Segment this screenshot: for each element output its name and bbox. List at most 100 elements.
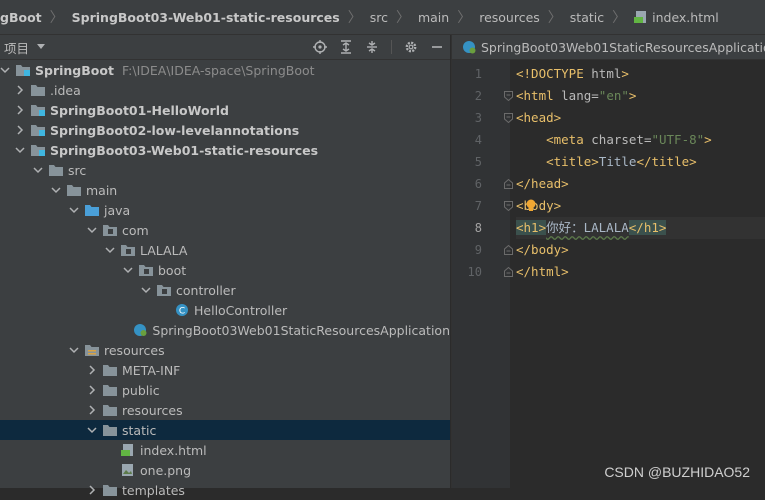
tree-item-springboot01-helloworld[interactable]: SpringBoot01-HelloWorld — [0, 100, 450, 120]
line-number-gutter: 1 2 3 4 5 6 7 8 9 10 — [452, 60, 513, 488]
package-icon — [121, 244, 135, 256]
chevron-right-icon[interactable] — [87, 485, 97, 495]
tree-item-boot[interactable]: boot — [0, 260, 450, 280]
chevron-down-icon[interactable] — [51, 185, 61, 195]
fold-close-icon[interactable] — [504, 173, 513, 195]
tree-item-static[interactable]: static — [0, 420, 450, 440]
tree-item-src[interactable]: src — [0, 160, 450, 180]
tree-item-public[interactable]: public — [0, 380, 450, 400]
breadcrumb-separator-icon: 〉 — [612, 10, 627, 26]
tree-item-label: resources — [104, 342, 165, 358]
tree-item-label: main — [86, 182, 118, 198]
expand-all-icon[interactable] — [339, 40, 353, 54]
tree-item-path: F:\IDEA\IDEA-space\SpringBoot — [121, 62, 315, 78]
chevron-down-icon[interactable] — [87, 225, 97, 235]
chevron-down-icon[interactable] — [15, 145, 25, 155]
chevron-right-icon[interactable] — [15, 125, 25, 135]
tree-item-label: SpringBoot — [35, 62, 114, 78]
intention-bulb-icon[interactable] — [526, 198, 536, 212]
spring-boot-class-icon — [463, 41, 476, 54]
svg-text:C: C — [179, 307, 185, 317]
breadcrumb-label: gBoot — [0, 9, 42, 25]
chevron-down-icon[interactable] — [69, 205, 79, 215]
tree-item-label: resources — [122, 402, 183, 418]
code-line[interactable]: <title>Title</title> — [516, 151, 765, 173]
tree-item-idea[interactable]: .idea — [0, 80, 450, 100]
chevron-down-icon[interactable] — [105, 245, 115, 255]
tree-item-lalala[interactable]: LALALA — [0, 240, 450, 260]
tree-item-springboot02-low-levelannotations[interactable]: SpringBoot02-low-levelannotations — [0, 120, 450, 140]
image-file-icon — [121, 464, 135, 476]
chevron-right-icon[interactable] — [87, 365, 97, 375]
tree-item-main[interactable]: main — [0, 180, 450, 200]
gear-icon[interactable] — [404, 40, 418, 54]
line-number: 2 — [474, 89, 482, 103]
tree-item-index-html[interactable]: index.html — [0, 440, 450, 460]
module-folder-icon — [16, 64, 30, 76]
tree-item-one-png[interactable]: one.png — [0, 460, 450, 480]
chevron-right-icon[interactable] — [87, 385, 97, 395]
fold-open-icon[interactable] — [504, 107, 513, 129]
fold-close-icon[interactable] — [504, 239, 513, 261]
tree-item-resources[interactable]: resources — [0, 400, 450, 420]
code-line[interactable]: <!DOCTYPE html> — [516, 63, 765, 85]
code-line[interactable]: </body> — [516, 239, 765, 261]
tree-item-java[interactable]: java — [0, 200, 450, 220]
code-line[interactable]: <body> — [516, 195, 765, 217]
code-token: 你好：LALALA — [546, 220, 629, 235]
tree-item-templates[interactable]: templates — [0, 480, 450, 500]
breadcrumb-item[interactable]: SpringBoot03-Web01-static-resources — [70, 10, 342, 25]
tree-item-com[interactable]: com — [0, 220, 450, 240]
package-icon — [157, 284, 171, 296]
breadcrumb-item[interactable]: resources — [477, 10, 542, 25]
code-line[interactable]: <html lang="en"> — [516, 85, 765, 107]
tree-item-meta-inf[interactable]: META-INF — [0, 360, 450, 380]
fold-close-icon[interactable] — [504, 261, 513, 283]
chevron-down-icon[interactable] — [87, 425, 97, 435]
chevron-down-icon[interactable] — [123, 265, 133, 275]
line-number: 7 — [474, 199, 482, 213]
tab-springboot-application[interactable]: SpringBoot03Web01StaticResourcesApplicat… — [452, 40, 765, 55]
chevron-down-icon[interactable] — [141, 285, 151, 295]
tree-item-springboot03web01staticresourcesapplication[interactable]: SpringBoot03Web01StaticResourcesApplicat… — [0, 320, 450, 340]
code-token: > — [628, 88, 637, 103]
code-editor[interactable]: <!DOCTYPE html> <html lang="en"> <head> <m… — [516, 60, 765, 488]
navigation-breadcrumb: gBoot 〉 SpringBoot03-Web01-static-resource… — [0, 0, 765, 35]
chevron-down-icon[interactable] — [33, 165, 43, 175]
code-line[interactable]: </html> — [516, 261, 765, 283]
locate-target-icon[interactable] — [313, 40, 327, 54]
code-token: html — [591, 66, 622, 81]
fold-open-icon[interactable] — [504, 195, 513, 217]
tree-item-label: SpringBoot03Web01StaticResourcesApplicat… — [152, 322, 450, 338]
line-number: 3 — [474, 111, 482, 125]
breadcrumb-item[interactable]: static — [568, 10, 606, 25]
code-token: <body> — [516, 198, 562, 213]
code-line[interactable]: </head> — [516, 173, 765, 195]
tree-item-springboot[interactable]: SpringBoot F:\IDEA\IDEA-space\SpringBoot — [0, 60, 450, 80]
chevron-down-icon[interactable] — [0, 65, 10, 75]
code-line[interactable]: <meta charset="UTF-8"> — [516, 129, 765, 151]
folder-icon — [103, 484, 117, 496]
code-line[interactable]: <h1>你好：LALALA</h1> — [516, 217, 765, 239]
chevron-right-icon[interactable] — [15, 85, 25, 95]
breadcrumb-item[interactable]: gBoot — [0, 10, 44, 25]
breadcrumb-item[interactable]: index.html — [632, 10, 721, 25]
tree-item-hellocontroller[interactable]: C HelloController — [0, 300, 450, 320]
code-line[interactable]: <head> — [516, 107, 765, 129]
editor-tabs: SpringBoot03Web01StaticResourcesApplicat… — [452, 35, 765, 60]
chevron-down-icon[interactable] — [69, 345, 79, 355]
chevron-right-icon[interactable] — [87, 405, 97, 415]
tree-item-springboot03-web01-static-resources[interactable]: SpringBoot03-Web01-static-resources — [0, 140, 450, 160]
breadcrumb-item[interactable]: main — [416, 10, 451, 25]
project-view-selector[interactable]: 项目 — [4, 38, 46, 57]
breadcrumb-item[interactable]: src — [368, 10, 390, 25]
tree-item-resources[interactable]: resources — [0, 340, 450, 360]
chevron-right-icon[interactable] — [15, 105, 25, 115]
tree-item-controller[interactable]: controller — [0, 280, 450, 300]
hide-panel-icon[interactable] — [430, 40, 444, 54]
collapse-all-icon[interactable] — [365, 40, 379, 54]
breadcrumb-label: static — [569, 9, 605, 25]
fold-open-icon[interactable] — [504, 85, 513, 107]
folder-icon — [49, 164, 63, 176]
